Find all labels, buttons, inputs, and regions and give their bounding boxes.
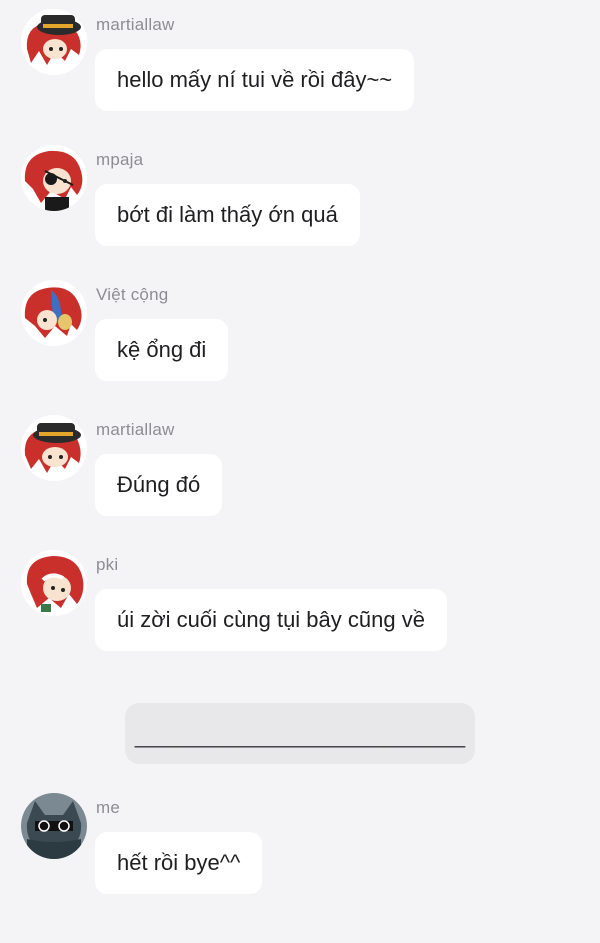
message-bubble[interactable]: úi zời cuối cùng tụi bây cũng về bbox=[95, 589, 447, 651]
message-bubble[interactable]: hết rồi bye^^ bbox=[95, 832, 263, 894]
divider-message: ___________________________ bbox=[125, 703, 475, 764]
message-bubble[interactable]: Đúng đó bbox=[95, 454, 223, 516]
sender-name: martiallaw bbox=[96, 15, 175, 34]
message-bubble[interactable]: hello mấy ní tui về rồi đây~~ bbox=[95, 49, 415, 111]
red-hair-avatar-icon[interactable] bbox=[21, 550, 87, 616]
hat-avatar-icon[interactable] bbox=[21, 415, 87, 481]
sender-name: me bbox=[96, 798, 121, 817]
hat-avatar-icon[interactable] bbox=[21, 9, 87, 75]
blue-hair-avatar-icon[interactable] bbox=[21, 280, 87, 346]
dark-cat-avatar-icon[interactable] bbox=[21, 793, 87, 859]
eyepatch-avatar-icon[interactable] bbox=[21, 145, 87, 211]
sender-name: pki bbox=[96, 555, 119, 574]
chat-thread: martiallaw hello mấy ní tui về rồi đây~~… bbox=[0, 0, 600, 943]
sender-name: Việt cộng bbox=[96, 285, 169, 304]
sender-name: mpaja bbox=[96, 150, 144, 169]
message-bubble[interactable]: bớt đi làm thấy ớn quá bbox=[95, 184, 360, 246]
sender-name: martiallaw bbox=[96, 420, 175, 439]
message-bubble[interactable]: kệ ổng đi bbox=[95, 319, 229, 381]
